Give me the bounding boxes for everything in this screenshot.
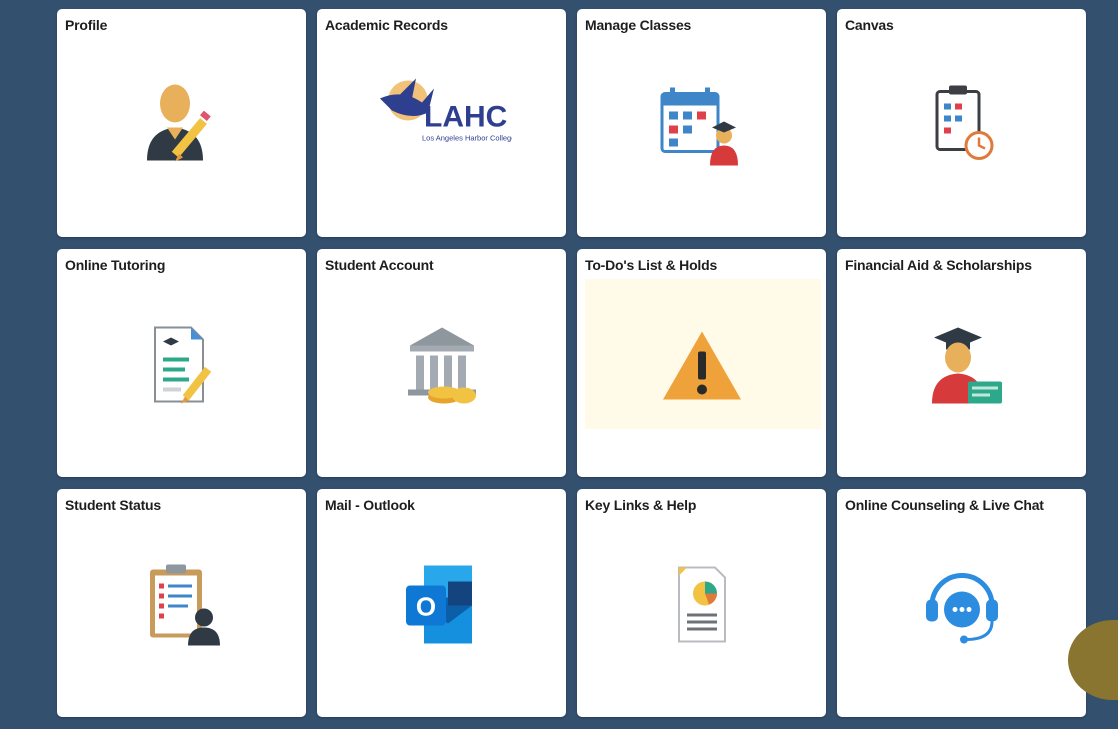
tile-online-counseling[interactable]: Online Counseling & Live Chat [837, 489, 1086, 717]
headset-chat-icon [912, 555, 1012, 660]
tile-title: Online Tutoring [65, 257, 166, 273]
tile-title: Key Links & Help [585, 497, 697, 513]
outlook-letter: O [415, 591, 435, 621]
tile-title: Academic Records [325, 17, 448, 33]
bank-coins-icon [392, 315, 492, 420]
tile-title: Student Account [325, 257, 434, 273]
tile-student-status[interactable]: Student Status [57, 489, 306, 717]
clipboard-clock-icon [917, 75, 1007, 180]
outlook-icon: O [392, 555, 492, 660]
tile-academic-records[interactable]: Academic Records LAHC Los Angeles Harbor… [317, 9, 566, 237]
tile-title: Profile [65, 17, 108, 33]
tile-title: Canvas [845, 17, 894, 33]
logo-subtext: Los Angeles Harbor College [422, 134, 512, 143]
tile-title: Online Counseling & Live Chat [845, 497, 1044, 513]
tile-title: Mail - Outlook [325, 497, 415, 513]
tile-online-tutoring[interactable]: Online Tutoring [57, 249, 306, 477]
tile-grid: Profile Academic Records LAHC Los Angele… [57, 9, 1086, 717]
profile-icon [137, 75, 227, 180]
logo-text: LAHC [424, 101, 507, 134]
tile-financial-aid[interactable]: Financial Aid & Scholarships [837, 249, 1086, 477]
report-pie-icon [657, 555, 747, 660]
tile-student-account[interactable]: Student Account [317, 249, 566, 477]
tile-todo-holds[interactable]: To-Do's List & Holds [577, 249, 826, 477]
tile-title: Manage Classes [585, 17, 692, 33]
calendar-student-icon [652, 75, 752, 180]
tile-mail-outlook[interactable]: Mail - Outlook O [317, 489, 566, 717]
lahc-logo-icon: LAHC Los Angeles Harbor College [372, 69, 515, 164]
document-pencil-icon [137, 315, 227, 420]
tile-title: Student Status [65, 497, 161, 513]
tile-key-links-help[interactable]: Key Links & Help [577, 489, 826, 717]
warning-icon [657, 325, 747, 410]
tile-manage-classes[interactable]: Manage Classes [577, 9, 826, 237]
graduate-money-icon [912, 315, 1012, 420]
tile-canvas[interactable]: Canvas [837, 9, 1086, 237]
tile-title: To-Do's List & Holds [585, 257, 718, 273]
tile-title: Financial Aid & Scholarships [845, 257, 1032, 273]
clipboard-person-icon [132, 555, 232, 660]
tile-profile[interactable]: Profile [57, 9, 306, 237]
